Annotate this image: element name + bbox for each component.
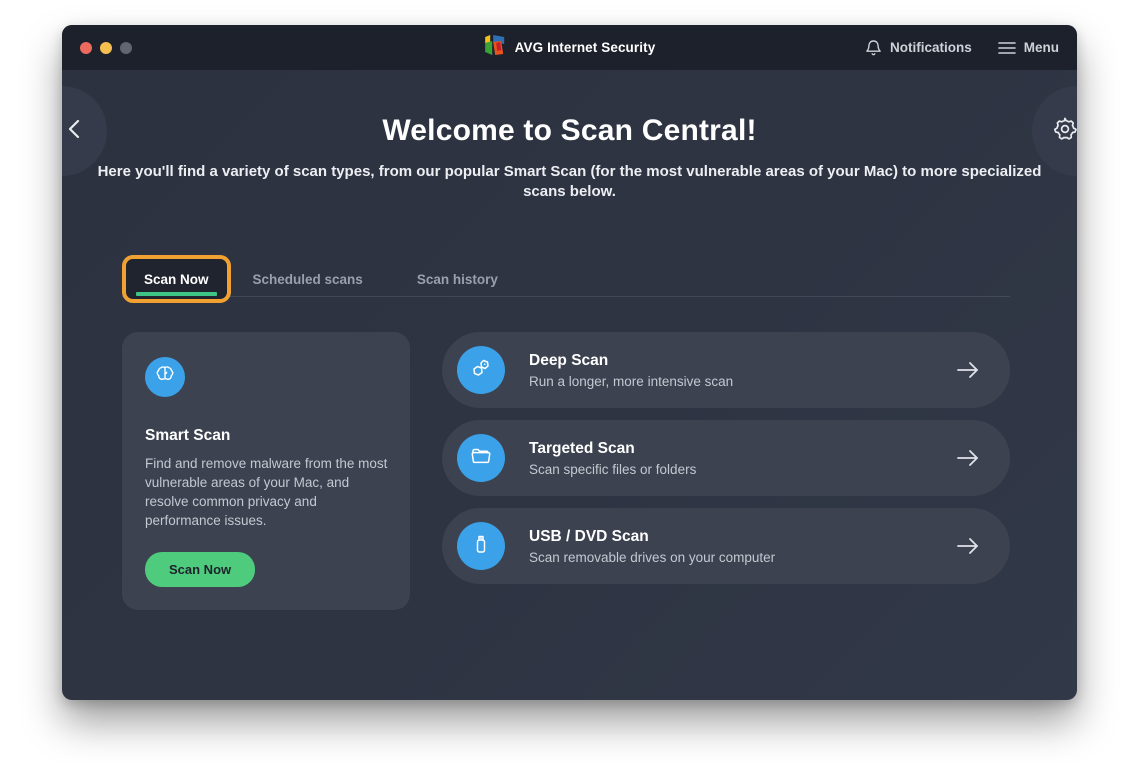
titlebar-center: AVG Internet Security <box>484 25 656 70</box>
scan-row-list: Deep Scan Run a longer, more intensive s… <box>442 332 1010 610</box>
menu-button[interactable]: Menu <box>998 40 1059 55</box>
targeted-scan-icon-circle <box>457 434 505 482</box>
active-tab-underline <box>136 292 217 296</box>
titlebar-actions: Notifications Menu <box>865 39 1059 57</box>
deep-scan-subtitle: Run a longer, more intensive scan <box>529 374 733 389</box>
smart-scan-card: Smart Scan Find and remove malware from … <box>122 332 410 610</box>
app-window: AVG Internet Security Notifications <box>62 25 1077 700</box>
usb-dvd-scan-icon-circle <box>457 522 505 570</box>
targeted-scan-subtitle: Scan specific files or folders <box>529 462 696 477</box>
targeted-scan-title: Targeted Scan <box>529 440 696 458</box>
brain-icon <box>154 364 176 391</box>
titlebar: AVG Internet Security Notifications <box>62 25 1077 70</box>
hamburger-icon <box>998 41 1016 55</box>
notifications-label: Notifications <box>890 40 972 55</box>
usb-icon <box>469 532 493 561</box>
page-subtitle: Here you'll find a variety of scan types… <box>87 162 1052 202</box>
close-window-button[interactable] <box>80 42 92 54</box>
smart-scan-now-button[interactable]: Scan Now <box>145 552 255 587</box>
tab-scheduled-scans[interactable]: Scheduled scans <box>249 272 367 287</box>
smart-scan-description: Find and remove malware from the most vu… <box>145 454 395 530</box>
targeted-scan-text: Targeted Scan Scan specific files or fol… <box>529 440 696 477</box>
minimize-window-button[interactable] <box>100 42 112 54</box>
avg-logo-icon <box>484 34 506 61</box>
app-title: AVG Internet Security <box>515 40 656 55</box>
usb-dvd-scan-row[interactable]: USB / DVD Scan Scan removable drives on … <box>442 508 1010 584</box>
gear-icon <box>1052 116 1077 147</box>
scan-options: Smart Scan Find and remove malware from … <box>122 332 1010 610</box>
smart-scan-title: Smart Scan <box>145 427 387 445</box>
traffic-lights <box>80 42 132 54</box>
deep-scan-title: Deep Scan <box>529 352 733 370</box>
targeted-scan-row[interactable]: Targeted Scan Scan specific files or fol… <box>442 420 1010 496</box>
bell-icon <box>865 39 882 57</box>
arrow-right-icon <box>956 536 980 556</box>
arrow-right-icon <box>956 360 980 380</box>
deep-scan-text: Deep Scan Run a longer, more intensive s… <box>529 352 733 389</box>
deep-scan-row[interactable]: Deep Scan Run a longer, more intensive s… <box>442 332 1010 408</box>
notifications-button[interactable]: Notifications <box>865 39 972 57</box>
smart-scan-icon-circle <box>145 357 185 397</box>
deep-scan-icon-circle <box>457 346 505 394</box>
tab-scan-history[interactable]: Scan history <box>413 272 502 287</box>
annotation-highlight-box: Scan Now <box>122 255 231 303</box>
menu-label: Menu <box>1024 40 1059 55</box>
tabs-bar: Scan Now Scheduled scans Scan history <box>122 254 1010 304</box>
usb-dvd-scan-subtitle: Scan removable drives on your computer <box>529 550 775 565</box>
folder-icon <box>469 444 493 473</box>
app-body: Welcome to Scan Central! Here you'll fin… <box>62 70 1077 700</box>
molecule-icon <box>469 356 493 385</box>
tab-scan-now[interactable]: Scan Now <box>144 272 209 287</box>
page-title: Welcome to Scan Central! <box>62 70 1077 148</box>
zoom-window-button[interactable] <box>120 42 132 54</box>
usb-dvd-scan-text: USB / DVD Scan Scan removable drives on … <box>529 528 775 565</box>
arrow-right-icon <box>956 448 980 468</box>
usb-dvd-scan-title: USB / DVD Scan <box>529 528 775 546</box>
chevron-left-icon <box>62 119 80 144</box>
